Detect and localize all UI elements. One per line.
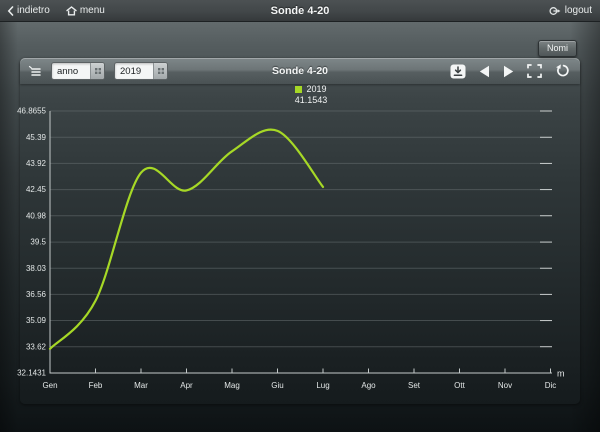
logout-icon	[549, 6, 561, 16]
fullscreen-button[interactable]	[527, 64, 542, 78]
chart-panel: anno 2019 Sonde 4-20	[20, 58, 580, 404]
top-navigation-bar: indietro menu Sonde 4-20 logout	[0, 0, 600, 22]
names-button[interactable]: Nomi	[538, 40, 577, 57]
next-button[interactable]	[503, 65, 514, 78]
fullscreen-icon	[527, 64, 542, 78]
download-icon	[450, 64, 466, 79]
filter-year-select[interactable]: 2019	[114, 62, 168, 80]
logout-button[interactable]: logout	[549, 5, 600, 16]
next-triangle-icon	[503, 65, 514, 78]
app-root: indietro menu Sonde 4-20 logout Nomi	[0, 0, 600, 432]
previous-button[interactable]	[479, 65, 490, 78]
legend-item-2019[interactable]: 2019	[295, 84, 326, 95]
previous-triangle-icon	[479, 65, 490, 78]
legend-swatch	[295, 86, 302, 93]
chart-toolbar: anno 2019 Sonde 4-20	[20, 58, 580, 84]
filter-type-select[interactable]: anno	[51, 62, 105, 80]
logout-button-label: logout	[565, 5, 592, 16]
filter-year-value: 2019	[115, 63, 153, 79]
page-title: Sonde 4-20	[0, 5, 600, 17]
filter-type-dropdown-icon[interactable]	[90, 63, 104, 79]
filter-type-value: anno	[52, 63, 90, 79]
export-button[interactable]	[450, 64, 466, 79]
list-icon	[28, 65, 42, 78]
legend-list-button[interactable]	[28, 65, 42, 78]
reset-button[interactable]	[555, 64, 570, 78]
legend-series-label: 2019	[306, 84, 326, 95]
filter-year-dropdown-icon[interactable]	[153, 63, 167, 79]
undo-icon	[555, 64, 570, 78]
